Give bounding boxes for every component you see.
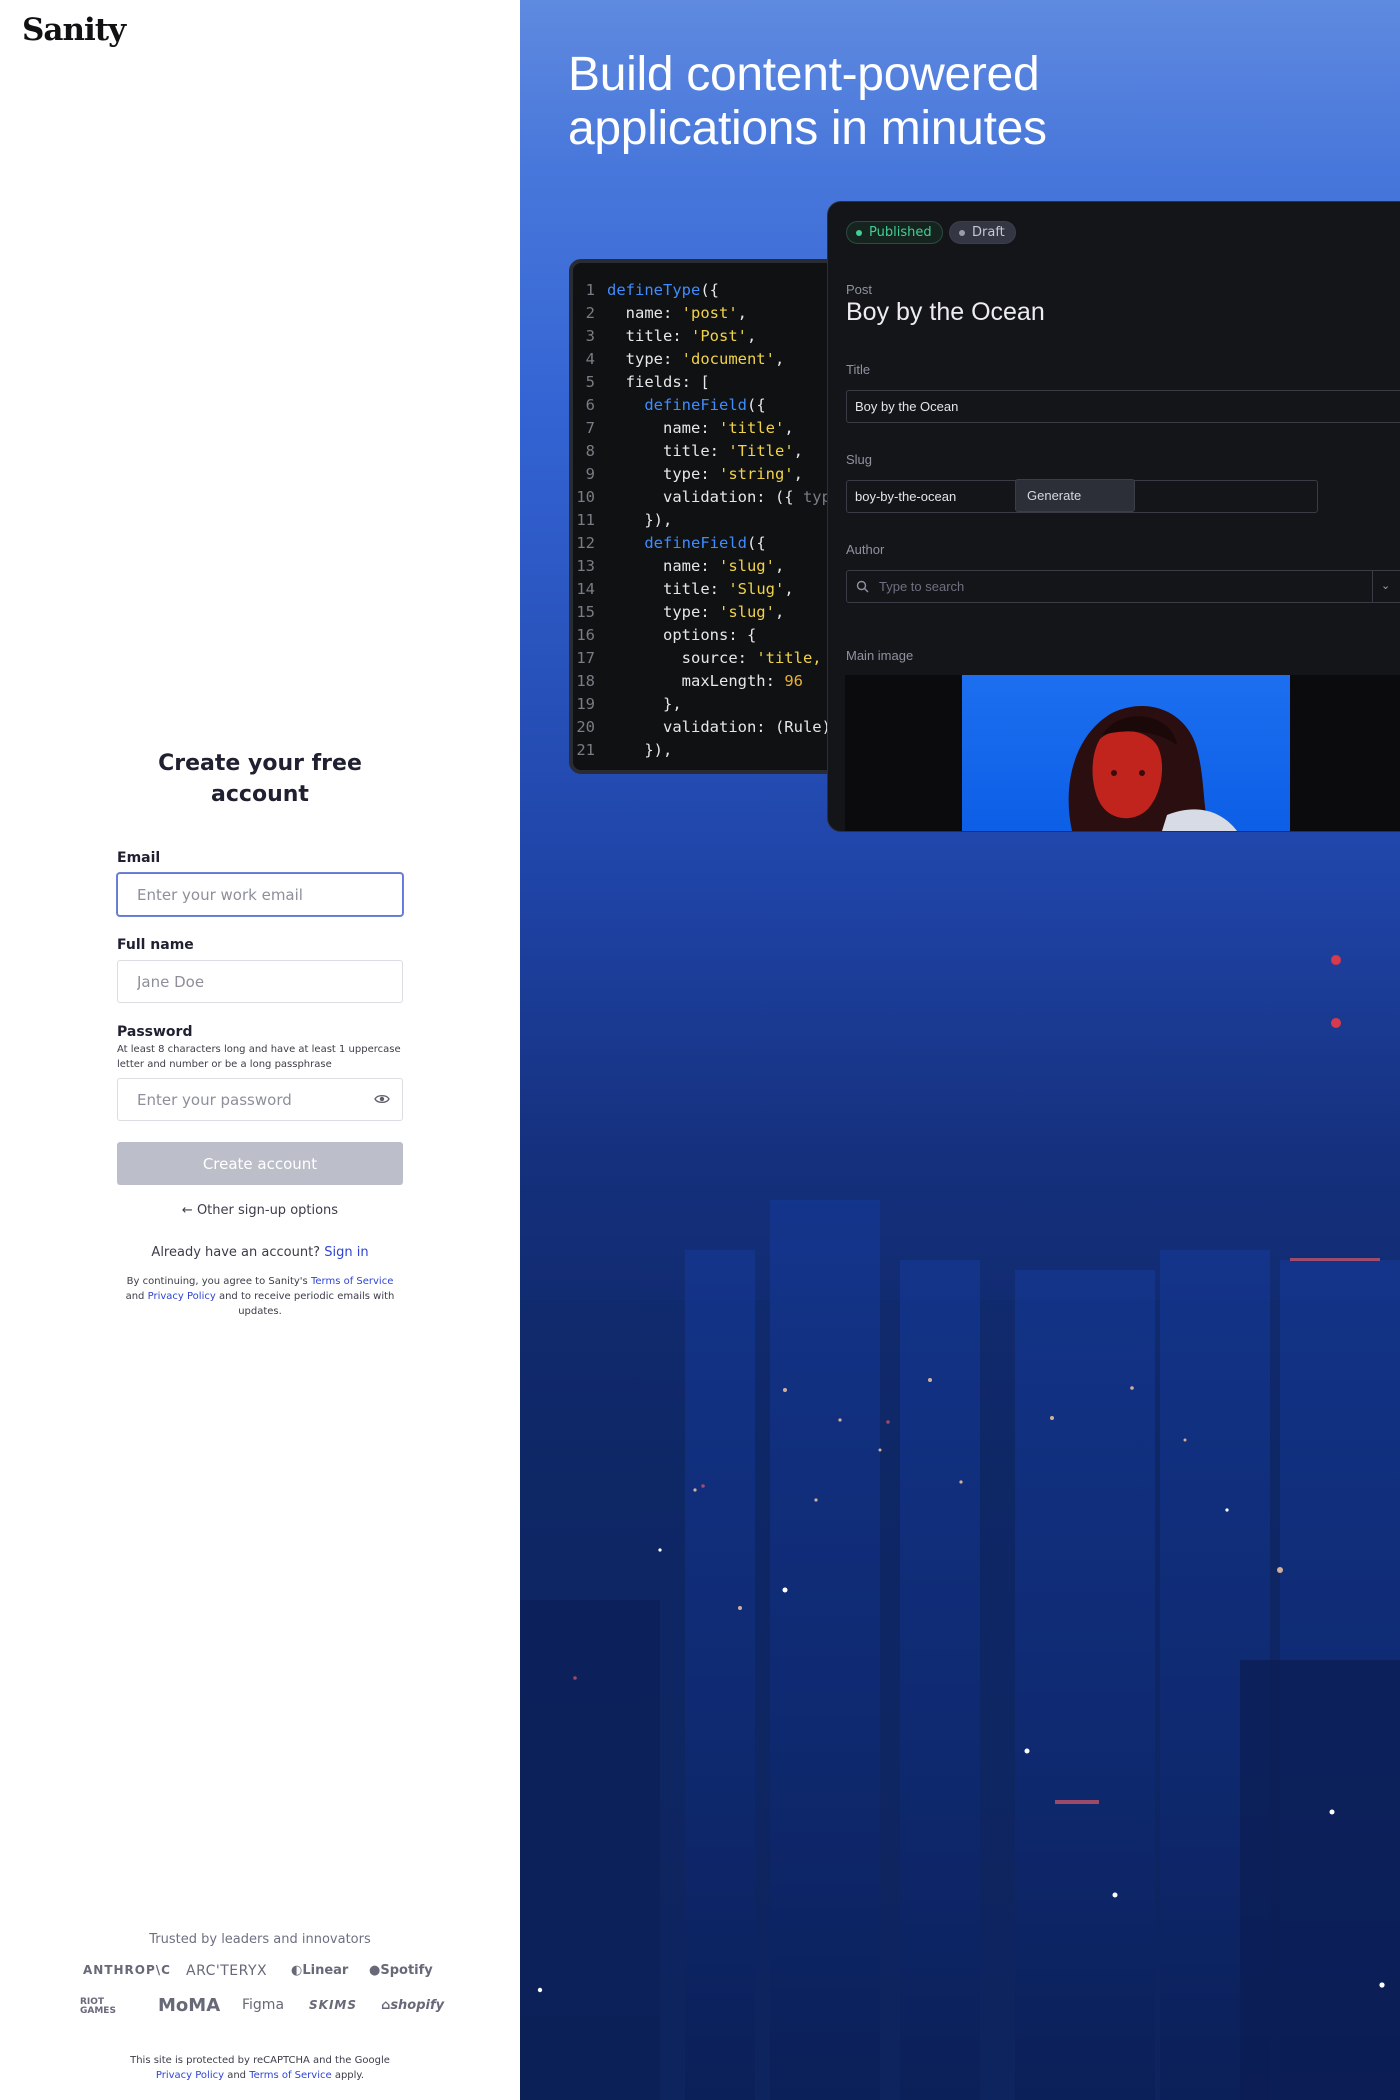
status-badge-published[interactable]: Published [846,221,943,244]
email-field[interactable] [117,873,403,916]
code-line: 20 validation: (Rule) [576,718,831,736]
code-line: 12 defineField({ [576,534,766,552]
recaptcha-text: This site is protected by reCAPTCHA and … [130,2055,390,2066]
code-line: 9 type: 'string', [585,465,803,483]
document-title: Boy by the Ocean [846,298,1045,326]
recaptcha-notice: This site is protected by reCAPTCHA and … [0,2053,520,2083]
code-line: 13 name: 'slug', [576,557,785,575]
full-name-field[interactable] [117,960,403,1003]
document-type-label: Post [846,282,873,297]
draft-label: Draft [972,225,1005,240]
studio-edge [826,200,828,201]
sign-in-link[interactable]: Sign in [324,1245,368,1260]
code-line: 10 validation: ({ typ [576,488,831,506]
slug-field-label: Slug [846,452,873,467]
recaptcha-suffix: apply. [334,2070,365,2081]
spotify-logo-text: Spotify [380,1963,433,1978]
legal-prefix: By continuing, you agree to Sanity's [126,1276,308,1287]
moma-logo: MoMA [158,1995,221,2016]
code-line: 3 title: 'Post', [585,327,757,345]
already-have-account: Already have an account? Sign in [117,1245,403,1260]
password-label: Password [117,1024,193,1040]
main-image-label: Main image [846,648,914,663]
main-image[interactable] [962,675,1290,831]
code-line: 4 type: 'document', [585,350,785,368]
legal-and: and [125,1291,145,1302]
author-search-placeholder: Type to search [879,579,965,594]
search-icon [856,580,869,593]
author-search-field[interactable]: Type to search ⌄ [846,570,1400,603]
recaptcha-terms-link[interactable]: Terms of Service [249,2070,331,2081]
title-field[interactable]: Boy by the Ocean [846,390,1400,423]
email-label: Email [117,850,161,866]
status-badge-draft[interactable]: Draft [949,221,1016,244]
generate-button[interactable]: Generate [1015,479,1135,512]
hero-headline-line-1: Build content-powered [568,48,1040,101]
other-signup-options-link[interactable]: ← Other sign-up options [117,1203,403,1218]
arrow-left-icon: ← [181,1203,193,1218]
legal-notice: By continuing, you agree to Sanity's Ter… [117,1274,403,1319]
code-line: 17 source: 'title, [576,649,822,667]
code-line: 1 defineType({ [585,281,719,299]
code-line: 6 defineField({ [585,396,766,414]
anthropic-logo: ANTHROP\C [83,1963,171,1977]
code-line: 21 }), [576,741,673,759]
password-hint: At least 8 characters long and have at l… [117,1044,401,1070]
divider [1372,571,1373,602]
trusted-heading: Trusted by leaders and innovators [149,1932,371,1947]
portrait-image [1068,706,1237,831]
chevron-down-icon[interactable]: ⌄ [1381,571,1390,602]
spotify-logo: ● Spotify [369,1963,433,1978]
legal-suffix: and to receive periodic emails with upda… [218,1291,395,1317]
code-line: 5 fields: [ [585,373,710,391]
code-line: 16 options: { [576,626,757,644]
skims-logo: SKIMS [309,1998,357,2012]
title-field-label: Title [846,362,871,377]
code-line: 7 name: 'title', [585,419,794,437]
password-wrapper [117,1078,403,1121]
hero-headline: Build content-powered applications in mi… [568,48,1047,156]
other-signup-options-label: Other sign-up options [196,1203,339,1218]
status-dot-icon [856,230,862,236]
recaptcha-privacy-link[interactable]: Privacy Policy [156,2070,224,2081]
code-line: 8 title: 'Title', [585,442,803,460]
linear-logo: ◐ Linear [291,1963,349,1978]
linear-logo-text: Linear [302,1963,349,1978]
signup-form: Create your free account Email Full name… [117,748,403,1319]
code-line: 19 }, [576,695,682,713]
password-field[interactable] [117,1078,403,1121]
full-name-label: Full name [117,937,194,953]
code-line: 14 title: 'Slug', [576,580,794,598]
hero-panel: Build content-powered applications in mi… [520,0,1400,2100]
figma-logo: Figma [242,1997,285,2013]
terms-of-service-link[interactable]: Terms of Service [311,1276,393,1287]
code-line: 2 name: 'post', [585,304,747,322]
code-editor: 1 defineType({ 2 name: 'post', 3 title: '… [569,259,869,774]
recaptcha-and: and [227,2070,247,2081]
shopify-logo: ⌂ shopify [381,1998,445,2013]
arcteryx-logo: ARC'TERYX [186,1963,268,1979]
shopify-logo-text: shopify [390,1998,445,2013]
eye-icon[interactable] [374,1092,390,1106]
already-text: Already have an account? [151,1245,321,1260]
signup-panel: Sanity Create your free account Email Fu… [0,0,520,2100]
hero-headline-line-2: applications in minutes [568,102,1047,155]
sanity-logo[interactable]: Sanity [22,12,126,48]
page-title: Create your free account [158,751,362,807]
code-line: 11 }), [576,511,673,529]
create-account-button[interactable]: Create account [117,1142,403,1185]
status-dot-icon [959,230,965,236]
code-line: 15 type: 'slug', [576,603,785,621]
published-label: Published [869,225,932,240]
code-line: 18 maxLength: 96 [576,672,803,690]
author-field-label: Author [846,542,885,557]
riot-games-logo: RIOT GAMES [80,1997,116,2016]
privacy-policy-link[interactable]: Privacy Policy [148,1291,216,1302]
